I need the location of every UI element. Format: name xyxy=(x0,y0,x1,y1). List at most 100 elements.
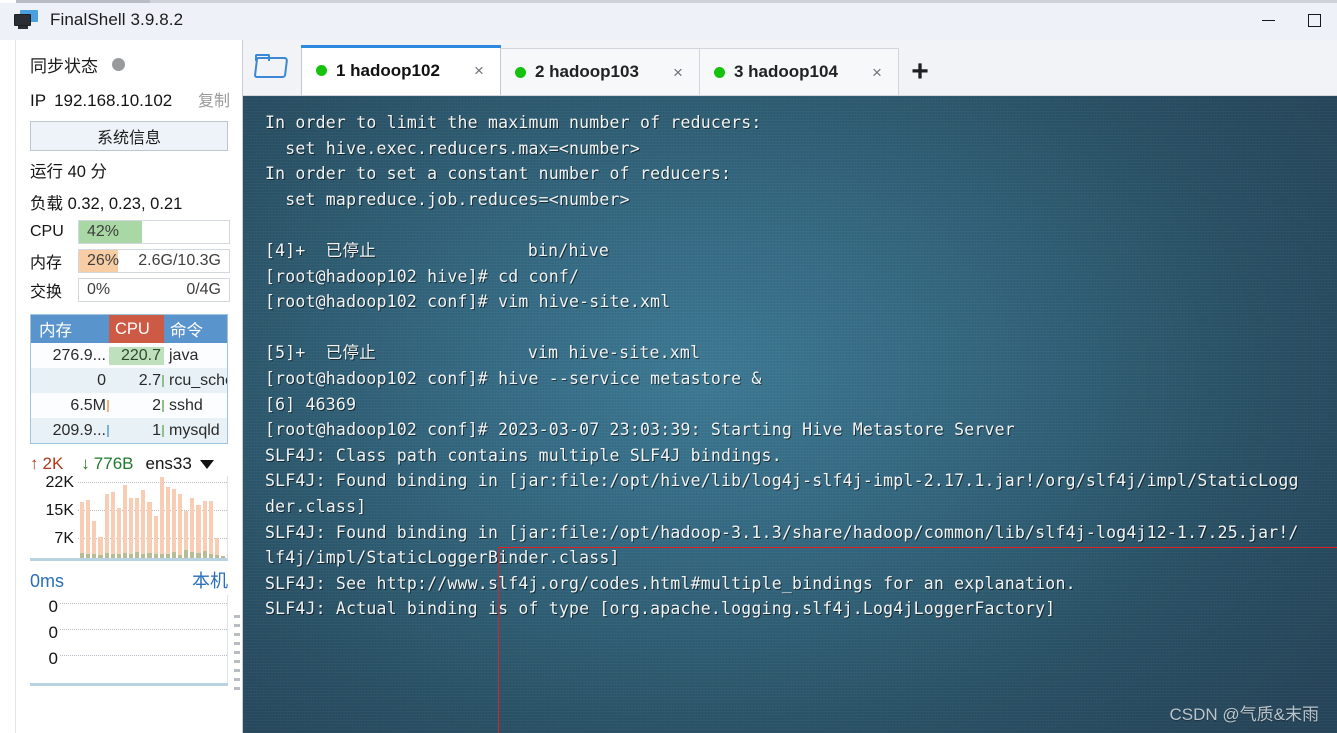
ip-row: IP 192.168.10.102 复制 xyxy=(26,83,232,113)
chart-bar xyxy=(92,521,97,558)
meter-bar-cpu: 42% xyxy=(78,220,230,244)
meter-detail-swap: 0/4G xyxy=(186,281,221,298)
chart-bar xyxy=(190,498,195,558)
upload-rate: 2K xyxy=(42,454,64,473)
chart-bar xyxy=(208,501,213,558)
tab-label: 1 hadoop102 xyxy=(336,60,440,80)
close-icon[interactable]: × xyxy=(667,61,689,83)
process-table-header: 内存 CPU 命令 xyxy=(31,315,227,343)
meter-bar-memory: 26% 2.6G/10.3G xyxy=(78,249,230,273)
table-row[interactable]: 276.9... 220.7 java xyxy=(31,343,227,368)
meter-row-memory: 内存 26% 2.6G/10.3G xyxy=(26,244,232,273)
ping-y-tick-2: 0 xyxy=(48,649,58,668)
cell-command: java xyxy=(169,346,199,364)
ping-y-axis: 0 0 0 xyxy=(30,595,60,683)
title-bar: FinalShell 3.9.8.2 xyxy=(0,0,1337,40)
chevron-down-icon[interactable] xyxy=(199,459,214,469)
new-tab-button[interactable]: + xyxy=(898,48,942,95)
table-row[interactable]: 6.5M 2 sshd xyxy=(31,393,227,418)
terminal-line: SLF4J: Found binding in [jar:file:/opt/h… xyxy=(265,522,1299,542)
table-row[interactable]: 0 2.7 rcu_sched xyxy=(31,368,227,393)
chart-bar xyxy=(196,504,201,558)
ping-latency: 0ms xyxy=(30,571,65,591)
chart-bar xyxy=(220,556,225,558)
tab-hadoop104[interactable]: 3 hadoop104 × xyxy=(699,48,899,95)
chart-bar xyxy=(86,499,91,558)
cell-command: sshd xyxy=(169,396,203,414)
terminal-line: set mapreduce.job.reduces=<number> xyxy=(265,189,630,209)
terminal-line: [root@hadoop102 hive]# cd conf/ xyxy=(265,266,580,286)
cell-cpu: 2 xyxy=(109,397,164,415)
column-header-cpu[interactable]: CPU xyxy=(109,315,164,343)
window-left-edge xyxy=(0,40,16,733)
chart-bars xyxy=(78,476,227,558)
titlebar-top-accent xyxy=(0,0,1337,3)
cell-cpu: 220.7 xyxy=(109,346,164,365)
ping-chart: 0 0 0 xyxy=(30,595,228,683)
download-arrow-icon: ↓ xyxy=(81,454,90,473)
close-icon[interactable]: × xyxy=(468,60,490,82)
app-title: FinalShell 3.9.8.2 xyxy=(50,10,184,29)
chart-bar xyxy=(98,537,103,558)
maximize-icon xyxy=(1307,13,1321,27)
table-row[interactable]: 209.9... 1 mysqld xyxy=(31,418,227,443)
meter-label-cpu: CPU xyxy=(30,223,64,240)
tab-status-dot xyxy=(316,65,327,76)
terminal-text: In order to limit the maximum number of … xyxy=(265,110,1337,622)
chart-bar xyxy=(129,498,134,558)
y-tick-1: 15K xyxy=(45,502,74,519)
minimize-button[interactable] xyxy=(1245,0,1291,40)
upload-arrow-icon: ↑ xyxy=(30,454,39,473)
tab-hadoop103[interactable]: 2 hadoop103 × xyxy=(500,48,700,95)
cell-memory: 209.9... xyxy=(31,422,109,440)
monitor-icon xyxy=(14,10,40,30)
network-interface-label[interactable]: ens33 xyxy=(146,454,192,474)
terminal-line: In order to set a constant number of red… xyxy=(265,164,732,184)
uptime-label: 运行 40 分 xyxy=(30,163,108,181)
meter-label-swap: 交换 xyxy=(30,284,63,301)
chart-bar xyxy=(165,486,170,558)
minimize-icon xyxy=(1261,19,1275,21)
chart-bar xyxy=(153,516,158,558)
cell-memory: 6.5M xyxy=(31,397,109,415)
sync-status-label: 同步状态 xyxy=(30,57,98,76)
terminal-output[interactable]: In order to limit the maximum number of … xyxy=(243,96,1337,733)
close-icon[interactable]: × xyxy=(866,61,888,83)
y-tick-0: 22K xyxy=(45,474,74,491)
tab-label: 3 hadoop104 xyxy=(734,62,838,81)
ping-host-label[interactable]: 本机 xyxy=(192,567,228,593)
cell-memory: 0 xyxy=(97,371,106,389)
tab-hadoop102[interactable]: 1 hadoop102 × xyxy=(301,45,501,95)
chart-bar xyxy=(159,477,164,558)
terminal-line: In order to limit the maximum number of … xyxy=(265,113,762,132)
open-file-manager-button[interactable] xyxy=(243,39,301,95)
terminal-line: lf4j/impl/StaticLoggerBinder.class] xyxy=(265,548,620,568)
chart-bar xyxy=(80,501,85,558)
chart-bar xyxy=(202,501,207,558)
column-header-command[interactable]: 命令 xyxy=(164,315,227,343)
column-header-memory[interactable]: 内存 xyxy=(31,315,109,343)
chart-bar xyxy=(171,489,176,558)
process-table[interactable]: 内存 CPU 命令 276.9... 220.7 java 0 2.7 rcu_… xyxy=(30,314,228,444)
system-info-button[interactable]: 系统信息 xyxy=(30,121,228,151)
sidebar-resize-handle[interactable] xyxy=(234,615,240,695)
cell-command: mysqld xyxy=(169,421,220,439)
meter-row-cpu: CPU 42% xyxy=(26,215,232,244)
ip-value: 192.168.10.102 xyxy=(54,91,173,110)
folder-open-icon xyxy=(253,54,289,80)
chart-bar xyxy=(147,501,152,558)
y-tick-2: 7K xyxy=(54,530,74,547)
chart-plot-area xyxy=(78,476,228,558)
terminal-line: [6] 46369 xyxy=(265,394,357,414)
chart-bar xyxy=(135,498,140,558)
terminal-line: [root@hadoop102 conf]# hive --service me… xyxy=(265,368,762,388)
maximize-button[interactable] xyxy=(1291,0,1337,40)
terminal-line: [5]+ 已停止 vim hive-site.xml xyxy=(265,343,701,363)
copy-ip-button[interactable]: 复制 xyxy=(198,87,232,111)
tab-status-dot xyxy=(714,66,725,78)
terminal-line: SLF4J: Actual binding is of type [org.ap… xyxy=(265,599,1056,619)
tab-status-dot xyxy=(515,66,526,78)
meter-label-memory: 内存 xyxy=(30,255,63,272)
chart-y-axis: 22K 15K 7K xyxy=(30,474,78,558)
